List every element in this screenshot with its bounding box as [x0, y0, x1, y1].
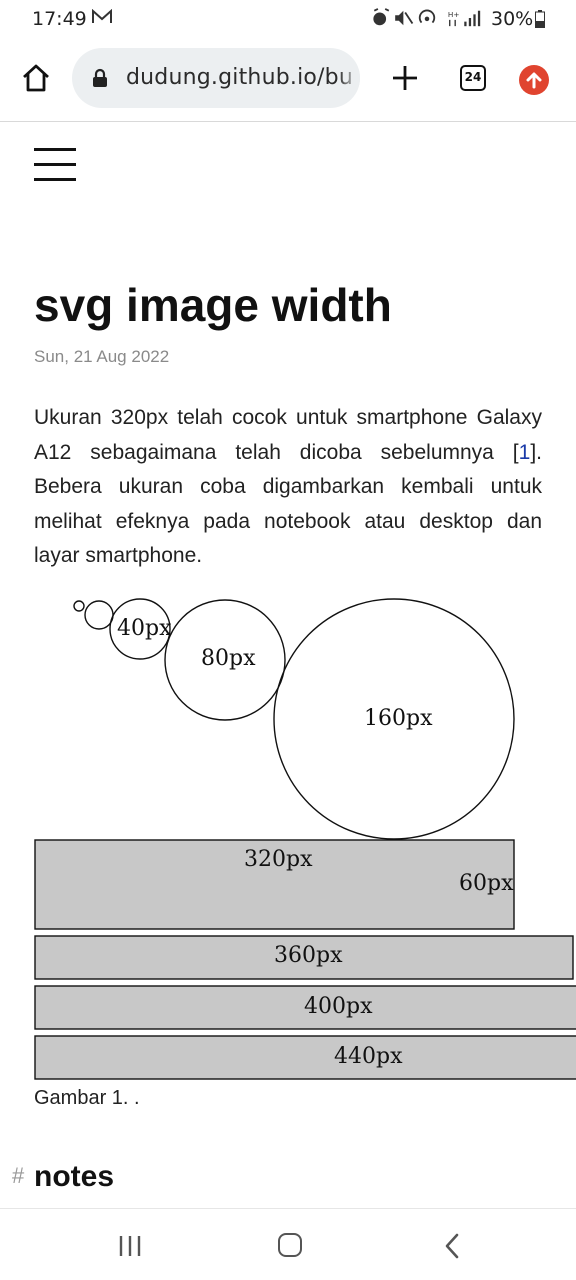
- back-icon[interactable]: [443, 1233, 461, 1259]
- svg-text:H+: H+: [448, 10, 460, 19]
- status-bar: 17:49 H+ 30%: [0, 0, 576, 38]
- hotspot-icon: [418, 9, 436, 24]
- figure-caption: Gambar 1. .: [34, 1087, 140, 1109]
- rect-label-60px: 60px: [459, 871, 514, 896]
- heading-anchor-link[interactable]: #: [12, 1163, 24, 1189]
- battery-percent: 30%: [491, 8, 534, 30]
- hamburger-menu-icon[interactable]: [34, 146, 78, 182]
- reference-link[interactable]: 1: [519, 441, 531, 464]
- url-text[interactable]: dudung.github.io/bu: [126, 65, 353, 90]
- status-icons: H+: [373, 8, 481, 27]
- alarm-icon: [373, 8, 390, 26]
- circle-20px: [84, 600, 114, 630]
- update-icon[interactable]: [519, 65, 549, 95]
- paragraph-text: Ukuran 320px telah cocok untuk smartphon…: [34, 406, 542, 464]
- circle-label-40px: 40px: [117, 616, 172, 641]
- mute-icon: [395, 10, 414, 26]
- svg-figure: 40px 80px 160px 320px 60px 360px 400px 4…: [0, 590, 576, 1090]
- lock-icon: [93, 68, 107, 87]
- new-tab-icon[interactable]: [389, 62, 421, 94]
- rect-440px: [34, 1035, 576, 1080]
- status-time: 17:49: [32, 8, 87, 30]
- notes-heading: notes: [34, 1160, 115, 1193]
- rect-label-360px: 360px: [274, 943, 343, 968]
- circle-label-160px: 160px: [364, 706, 433, 731]
- home-nav-icon[interactable]: [278, 1233, 302, 1257]
- mail-icon: [92, 9, 112, 23]
- system-nav-bar: [0, 1208, 576, 1280]
- tab-switcher-button[interactable]: 24: [460, 65, 486, 91]
- rect-label-440px: 440px: [334, 1044, 403, 1069]
- recent-apps-icon[interactable]: [118, 1235, 142, 1257]
- post-paragraph: Ukuran 320px telah cocok untuk smartphon…: [34, 401, 542, 574]
- circle-10px: [73, 600, 85, 612]
- data-icon: H+: [448, 10, 460, 27]
- battery-icon: [535, 10, 545, 28]
- signal-icon: [464, 10, 481, 27]
- rect-label-400px: 400px: [304, 994, 373, 1019]
- page-title: svg image width: [34, 279, 392, 331]
- post-date: Sun, 21 Aug 2022: [34, 347, 170, 366]
- rect-label-320px: 320px: [244, 847, 313, 872]
- address-bar[interactable]: dudung.github.io/bu: [72, 48, 360, 108]
- circle-label-80px: 80px: [201, 646, 256, 671]
- url-fade: [338, 48, 360, 108]
- home-icon[interactable]: [20, 62, 52, 94]
- browser-toolbar: dudung.github.io/bu 24: [0, 38, 576, 122]
